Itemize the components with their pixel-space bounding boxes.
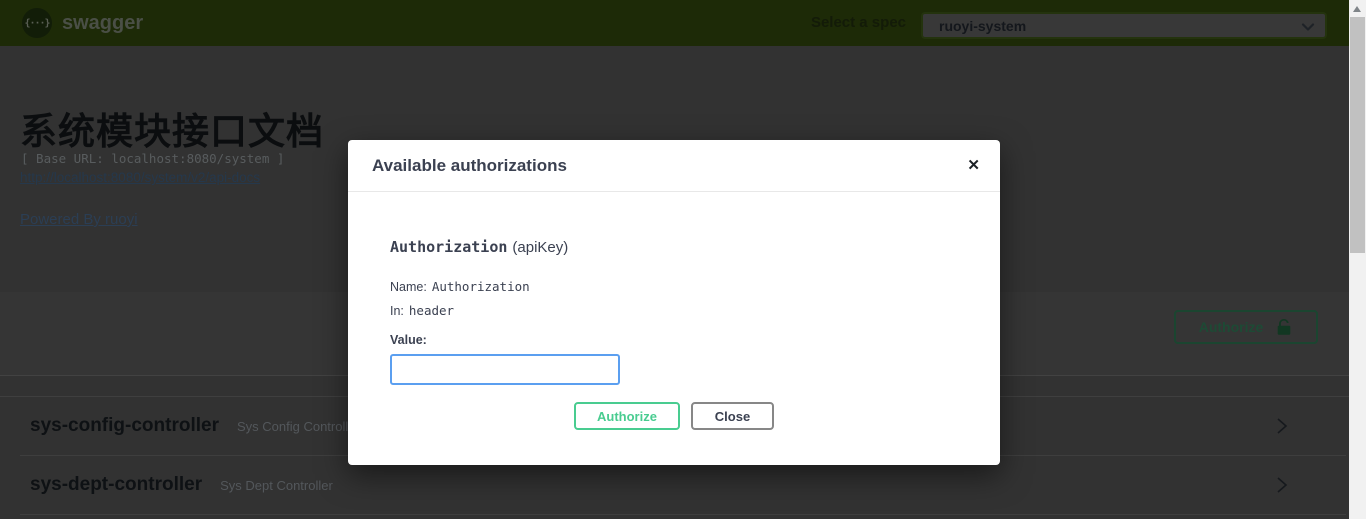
topbar: {···} swagger Select a spec ruoyi-system — [0, 0, 1366, 46]
auth-value-input[interactable] — [390, 354, 620, 385]
tag-description: Sys Dept Controller — [220, 478, 333, 493]
authorize-button[interactable]: Authorize — [1174, 310, 1318, 344]
base-url: [ Base URL: localhost:8080/system ] — [21, 151, 284, 166]
api-docs-link[interactable]: http://localhost:8080/system/v2/api-docs — [20, 170, 260, 185]
auth-scheme-name: Authorization — [390, 238, 507, 256]
unlock-icon — [1275, 318, 1293, 337]
available-authorizations-modal: Available authorizations ✕ Authorization… — [348, 140, 1000, 465]
spec-select-value: ruoyi-system — [939, 18, 1026, 34]
tag-name: sys-dept-controller — [30, 474, 202, 496]
auth-in-row: In: header — [390, 303, 958, 318]
swagger-logo-text: swagger — [62, 12, 143, 35]
swagger-logo: {···} swagger — [22, 8, 143, 38]
authorize-button-label: Authorize — [1199, 319, 1264, 335]
auth-scheme-type: (apiKey) — [512, 239, 568, 256]
select-spec-label: Select a spec — [811, 0, 906, 46]
modal-authorize-button[interactable]: Authorize — [574, 402, 680, 430]
modal-actions: Authorize Close — [390, 402, 958, 430]
modal-body: Authorization (apiKey) Name: Authorization… — [348, 192, 1000, 430]
auth-scheme-heading: Authorization (apiKey) — [390, 238, 958, 256]
scroll-up-icon — [1353, 6, 1361, 12]
spec-select[interactable]: ruoyi-system — [921, 12, 1327, 39]
chevron-right-icon[interactable] — [1274, 417, 1290, 435]
tag-description: Sys Config Controller — [237, 419, 360, 434]
modal-title: Available authorizations — [372, 140, 567, 192]
vertical-scrollbar[interactable] — [1349, 0, 1366, 519]
in-value: header — [409, 303, 454, 318]
scrollbar-thumb[interactable] — [1350, 17, 1365, 253]
chevron-right-icon[interactable] — [1274, 476, 1290, 494]
swagger-logo-icon: {···} — [22, 8, 52, 38]
braces-icon: {···} — [24, 18, 49, 29]
name-label: Name: — [390, 280, 427, 294]
powered-by-link[interactable]: Powered By ruoyi — [20, 211, 138, 228]
modal-close-button[interactable]: Close — [691, 402, 774, 430]
close-icon[interactable]: ✕ — [967, 140, 980, 192]
modal-header: Available authorizations ✕ — [348, 140, 1000, 192]
scrollbar-up-button[interactable] — [1349, 0, 1366, 17]
value-label: Value: — [390, 333, 958, 347]
in-label: In: — [390, 304, 404, 318]
auth-name-row: Name: Authorization — [390, 279, 958, 294]
page-title: 系统模块接口文档 — [20, 101, 324, 155]
chevron-down-icon — [1301, 20, 1315, 34]
tag-name: sys-config-controller — [30, 415, 219, 437]
name-value: Authorization — [432, 279, 530, 294]
